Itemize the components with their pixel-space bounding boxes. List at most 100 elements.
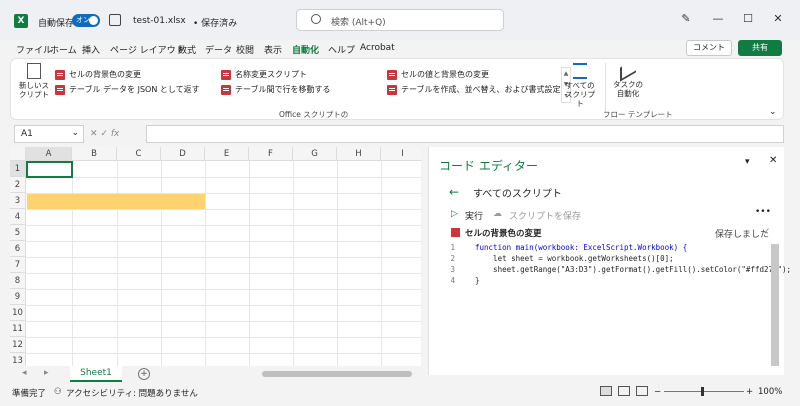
close-button[interactable]: ✕ <box>768 10 788 28</box>
all-scripts-button[interactable]: すべてのスクリプト <box>565 63 595 108</box>
new-script-icon <box>27 63 41 79</box>
accessibility-status[interactable]: アクセシビリティ: 問題ありません <box>66 387 198 399</box>
zoom-level[interactable]: 100% <box>758 387 782 397</box>
search-box[interactable]: 検索 (Alt+Q) <box>296 9 504 31</box>
row-header[interactable]: 10 <box>10 305 26 321</box>
ribbon-separator <box>605 63 606 113</box>
script-item-value-color[interactable]: セルの値と背景色の変更 <box>387 69 489 81</box>
run-icon[interactable]: ▷ <box>451 209 458 219</box>
row-header[interactable]: 9 <box>10 289 26 305</box>
row-header[interactable]: 8 <box>10 273 26 289</box>
menu-automate[interactable]: 自動化 <box>292 43 320 60</box>
row-header[interactable]: 2 <box>10 177 26 193</box>
script-label: テーブル間で行を移動する <box>235 85 331 94</box>
sheet-tab[interactable]: Sheet1 <box>70 366 122 382</box>
editor-vertical-scrollbar[interactable] <box>771 244 779 366</box>
sheet-nav-left-icon[interactable]: ◂ <box>22 368 27 378</box>
row-header[interactable]: 13 <box>10 353 26 366</box>
grid-line <box>117 161 118 366</box>
page-break-view-button[interactable] <box>636 386 648 396</box>
zoom-in-icon[interactable]: + <box>746 387 753 397</box>
menu-file[interactable]: ファイル <box>16 43 52 56</box>
flow-icon <box>620 58 636 82</box>
grid-line <box>337 161 338 366</box>
column-header[interactable]: F <box>249 147 293 161</box>
back-arrow-icon[interactable]: ← <box>449 185 459 199</box>
add-sheet-button[interactable]: + <box>138 368 150 380</box>
row-header[interactable]: 12 <box>10 337 26 353</box>
menu-help[interactable]: ヘルプ <box>328 43 355 56</box>
check-icon: ✓ <box>763 227 771 237</box>
horizontal-scrollbar[interactable] <box>262 371 412 377</box>
column-header[interactable]: E <box>205 147 249 161</box>
row-header[interactable]: 3 <box>10 193 26 209</box>
maximize-button[interactable]: ☐ <box>738 10 758 28</box>
script-icon <box>221 85 231 95</box>
column-header[interactable]: D <box>161 147 205 161</box>
menu-insert[interactable]: 挿入 <box>82 43 100 56</box>
zoom-slider[interactable] <box>664 391 744 392</box>
column-header[interactable]: I <box>381 147 421 161</box>
all-scripts-link[interactable]: すべてのスクリプト <box>473 185 562 200</box>
autosave-toggle[interactable]: オン <box>72 14 100 27</box>
column-header[interactable]: G <box>293 147 337 161</box>
row-header[interactable]: 1 <box>10 161 26 177</box>
menu-review[interactable]: 校閲 <box>236 43 254 56</box>
menu-formulas[interactable]: 数式 <box>178 43 196 56</box>
code-editor-pane: コード エディター ▾ ✕ ← すべてのスクリプト ▷ 実行 ☁ スクリプトを保… <box>428 147 791 375</box>
menu-acrobat[interactable]: Acrobat <box>360 43 395 53</box>
group-label-office: Office スクリプトの <box>279 110 349 119</box>
share-button[interactable]: 共有 <box>738 40 782 56</box>
column-header[interactable]: B <box>72 147 117 161</box>
normal-view-button[interactable] <box>600 386 612 396</box>
close-pane-icon[interactable]: ✕ <box>769 155 777 166</box>
new-script-button[interactable]: 新しいスクリプト <box>19 63 49 99</box>
comment-button[interactable]: コメント <box>686 40 732 56</box>
filled-range-a3-d3[interactable] <box>27 194 205 209</box>
save-icon[interactable] <box>109 14 121 26</box>
accessibility-icon[interactable]: ⚇ <box>54 387 62 397</box>
row-header[interactable]: 4 <box>10 209 26 225</box>
file-name[interactable]: test-01.xlsx <box>133 16 186 26</box>
run-button[interactable]: 実行 <box>465 209 483 222</box>
row-header[interactable]: 7 <box>10 257 26 273</box>
sheet-nav-right-icon[interactable]: ▸ <box>44 368 49 378</box>
name-box[interactable]: A1 ⌄ <box>14 125 84 143</box>
select-all-corner[interactable] <box>10 147 26 161</box>
script-item-rename[interactable]: 名称変更スクリプト <box>221 69 307 81</box>
grid-line <box>26 321 421 322</box>
name-box-value: A1 <box>21 129 33 139</box>
task-automation-button[interactable]: タスクの自動化 <box>611 58 645 98</box>
column-header[interactable]: A <box>26 147 72 161</box>
selected-cell-a1[interactable] <box>26 161 73 178</box>
menu-page-layout[interactable]: ページ レイアウト <box>110 43 185 56</box>
more-options-icon[interactable]: ••• <box>755 207 771 217</box>
menu-view[interactable]: 表示 <box>264 43 282 56</box>
script-item-move-rows[interactable]: テーブル間で行を移動する <box>221 84 331 96</box>
formula-input[interactable] <box>146 125 784 143</box>
script-item-json[interactable]: テーブル データを JSON として返す <box>55 84 200 96</box>
menu-data[interactable]: データ <box>205 43 232 56</box>
pane-options-icon[interactable]: ▾ <box>745 157 750 167</box>
save-state[interactable]: • 保存済み <box>193 16 237 29</box>
zoom-slider-handle[interactable] <box>701 387 704 396</box>
script-item-create-table[interactable]: テーブルを作成、並べ替え、および書式設定 <box>387 84 561 96</box>
script-item-bgcolor[interactable]: セルの背景色の変更 <box>55 69 141 81</box>
minimize-button[interactable]: — <box>708 10 728 28</box>
ribbon-collapse-icon[interactable]: ⌄ <box>769 107 777 117</box>
row-header[interactable]: 6 <box>10 241 26 257</box>
fx-icon[interactable]: fx <box>111 129 120 139</box>
grid-line <box>293 161 294 366</box>
column-header[interactable]: H <box>337 147 381 161</box>
save-script-button[interactable]: スクリプトを保存 <box>509 209 581 222</box>
page-layout-view-button[interactable] <box>618 386 630 396</box>
status-bar: 準備完了 ⚇ アクセシビリティ: 問題ありません − + 100% <box>0 382 800 406</box>
row-header[interactable]: 5 <box>10 225 26 241</box>
column-header[interactable]: C <box>117 147 161 161</box>
row-header[interactable]: 11 <box>10 321 26 337</box>
zoom-out-icon[interactable]: − <box>654 387 661 397</box>
pen-icon[interactable]: ✎ <box>676 10 696 28</box>
menu-home[interactable]: ホーム <box>50 43 77 56</box>
code-area[interactable]: 1 2 3 4 function main(workbook: ExcelScr… <box>441 243 791 363</box>
spreadsheet-grid[interactable]: A B C D E F G H I 1 2 3 4 5 6 7 8 9 10 1… <box>10 147 421 366</box>
